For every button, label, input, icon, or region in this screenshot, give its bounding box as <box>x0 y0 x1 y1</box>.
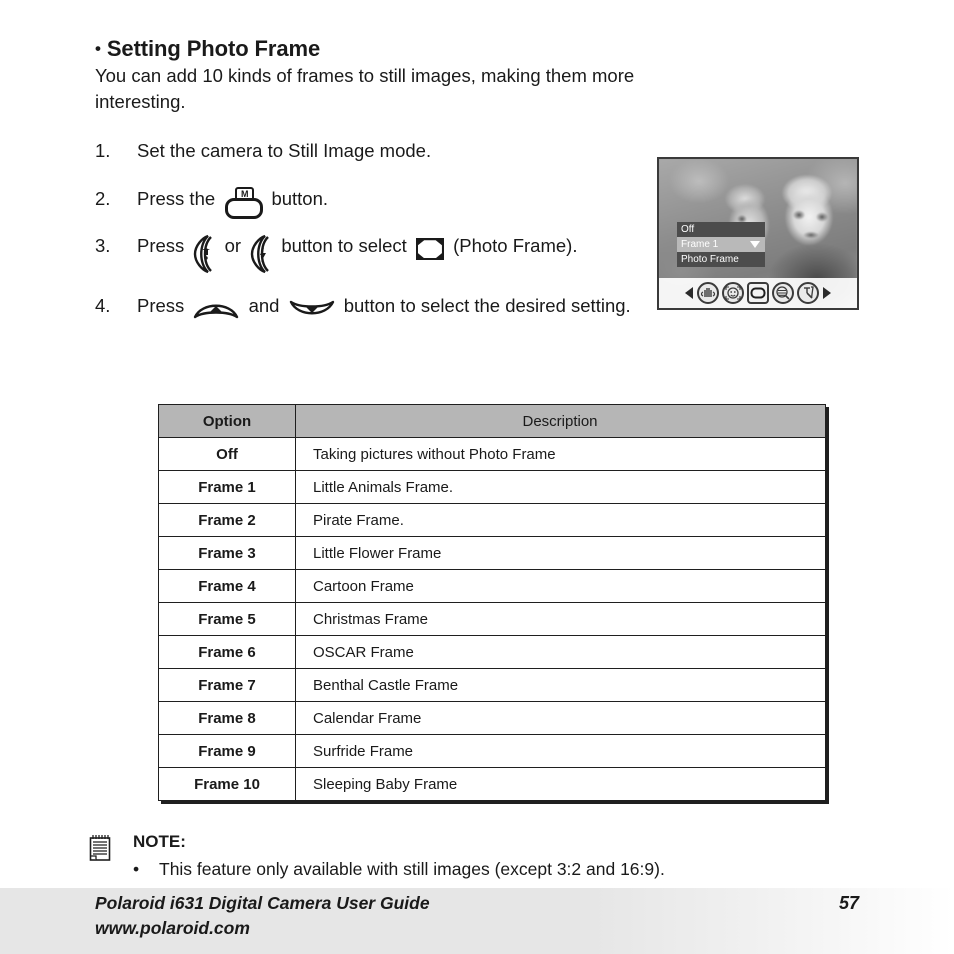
osd-option-frame-1[interactable]: Frame 1 <box>677 237 765 252</box>
prev-arrow-icon[interactable] <box>685 287 693 299</box>
next-arrow-icon[interactable] <box>823 287 831 299</box>
page-footer: Polaroid i631 Digital Camera User Guide … <box>0 888 954 954</box>
osd-option-off[interactable]: Off <box>677 222 765 237</box>
step-4: 4. Press and button to select the desire… <box>95 293 655 319</box>
table-row: Frame 9 Surfride Frame <box>158 734 826 768</box>
step-3-number: 3. <box>95 235 111 257</box>
step-4-text-after: button to select the desired setting. <box>343 294 631 316</box>
step-4-text-before: Press <box>137 294 185 316</box>
option-cell: Frame 4 <box>158 569 296 603</box>
step-2-text-after: button. <box>271 188 329 209</box>
step-3-text-before: Press <box>137 235 185 257</box>
option-cell: Frame 9 <box>158 734 296 768</box>
effect-icon[interactable] <box>797 282 819 304</box>
table-header-option: Option <box>158 404 296 438</box>
page-title: • Setting Photo Frame <box>95 36 320 62</box>
intro-paragraph: You can add 10 kinds of frames to still … <box>95 63 860 115</box>
mode-button-icon: M <box>223 187 264 220</box>
heading-bullet-icon: • <box>95 39 101 58</box>
chevron-down-icon <box>750 241 760 248</box>
table-row: Frame 8 Calendar Frame <box>158 701 826 735</box>
camera-lcd-screenshot: Off Frame 1 Photo Frame <box>657 157 859 310</box>
right-rocker-button-icon <box>248 234 274 274</box>
description-cell: Christmas Frame <box>295 602 826 636</box>
step-2-text-before: Press the <box>137 188 216 209</box>
step-4-text-mid: and <box>248 294 280 316</box>
note-item: • This feature only available with still … <box>133 859 665 880</box>
table-row: Frame 6 OSCAR Frame <box>158 635 826 669</box>
notepad-icon <box>88 834 112 864</box>
step-3-text-after: button to select <box>281 235 407 257</box>
option-cell: Off <box>158 437 296 471</box>
down-button-icon <box>288 298 336 320</box>
heading-text: Setting Photo Frame <box>106 36 321 61</box>
step-1-number: 1. <box>95 140 111 161</box>
table-row: Frame 10 Sleeping Baby Frame <box>158 767 826 801</box>
osd-menu-title: Photo Frame <box>677 252 765 267</box>
description-cell: Little Flower Frame <box>295 536 826 570</box>
table-row: Frame 4 Cartoon Frame <box>158 569 826 603</box>
intro-line-1: You can add 10 kinds of frames to still … <box>95 65 635 86</box>
step-3: 3. Press or button to select (Photo Fram… <box>95 233 655 273</box>
lcd-osd-menu: Off Frame 1 Photo Frame <box>677 222 765 267</box>
step-3-text-mid: or <box>224 235 242 257</box>
photo-frame-options-table: Option Description Off Taking pictures w… <box>158 404 826 801</box>
description-cell: Taking pictures without Photo Frame <box>295 437 826 471</box>
description-cell: OSCAR Frame <box>295 635 826 669</box>
face-detect-icon[interactable] <box>722 282 744 304</box>
step-1-text: Set the camera to Still Image mode. <box>137 140 432 161</box>
note-text: This feature only available with still i… <box>159 859 665 879</box>
footer-website: www.polaroid.com <box>95 918 250 938</box>
photo-frame-octagon <box>417 240 442 259</box>
description-cell: Cartoon Frame <box>295 569 826 603</box>
table-header-row: Option Description <box>158 404 826 438</box>
photo-frame-toolbar-icon[interactable] <box>747 282 769 304</box>
option-cell: Frame 3 <box>158 536 296 570</box>
left-rocker-button-icon <box>191 234 217 274</box>
page-number: 57 <box>839 893 860 913</box>
step-1: 1. Set the camera to Still Image mode. <box>95 138 655 164</box>
option-cell: Frame 5 <box>158 602 296 636</box>
table-row: Frame 5 Christmas Frame <box>158 602 826 636</box>
table-row: Off Taking pictures without Photo Frame <box>158 437 826 471</box>
step-3-text-tail: (Photo Frame). <box>453 235 578 257</box>
table-row: Frame 2 Pirate Frame. <box>158 503 826 537</box>
option-cell: Frame 10 <box>158 767 296 801</box>
description-cell: Surfride Frame <box>295 734 826 768</box>
option-cell: Frame 8 <box>158 701 296 735</box>
mode-button-body <box>225 198 264 220</box>
steps-list: 1. Set the camera to Still Image mode. 2… <box>95 138 655 335</box>
description-cell: Calendar Frame <box>295 701 826 735</box>
description-cell: Pirate Frame. <box>295 503 826 537</box>
photo-frame-icon <box>415 238 444 261</box>
description-cell: Little Animals Frame. <box>295 470 826 504</box>
option-cell: Frame 6 <box>158 635 296 669</box>
description-cell: Sleeping Baby Frame <box>295 767 826 801</box>
option-cell: Frame 2 <box>158 503 296 537</box>
table-header-description: Description <box>295 404 826 438</box>
table-row: Frame 3 Little Flower Frame <box>158 536 826 570</box>
stabilizer-icon[interactable] <box>697 282 719 304</box>
lcd-toolbar <box>659 278 857 308</box>
footer-guide-title: Polaroid i631 Digital Camera User Guide <box>95 893 430 913</box>
step-2: 2. Press the M button. <box>95 186 655 220</box>
document-page: • Setting Photo Frame You can add 10 kind… <box>0 0 954 954</box>
step-2-number: 2. <box>95 188 111 209</box>
note-bullet-icon: • <box>133 859 140 879</box>
note-title: NOTE: <box>133 832 186 851</box>
option-cell: Frame 1 <box>158 470 296 504</box>
description-cell: Benthal Castle Frame <box>295 668 826 702</box>
intro-line-2: interesting. <box>95 91 186 112</box>
table-row: Frame 7 Benthal Castle Frame <box>158 668 826 702</box>
option-cell: Frame 7 <box>158 668 296 702</box>
osd-option-frame-1-label: Frame 1 <box>681 239 719 250</box>
sharpness-icon[interactable] <box>772 282 794 304</box>
table-row: Frame 1 Little Animals Frame. <box>158 470 826 504</box>
up-button-icon <box>192 298 240 320</box>
step-4-number: 4. <box>95 294 111 316</box>
